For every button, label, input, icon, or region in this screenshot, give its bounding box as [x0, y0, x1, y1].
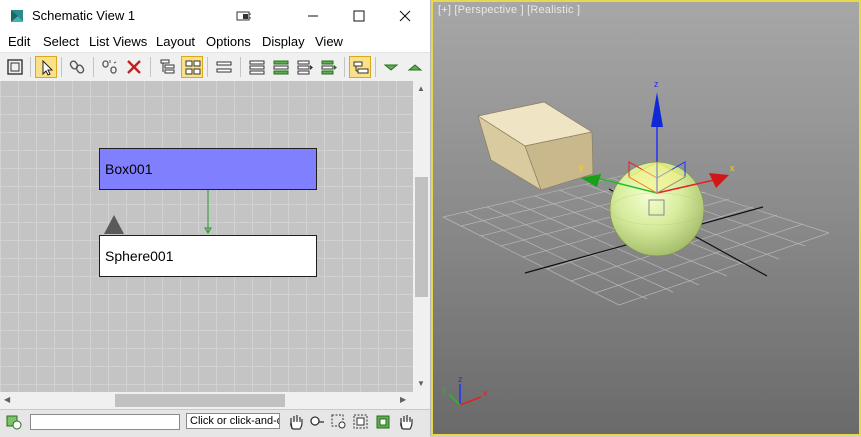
menu-options[interactable]: Options: [206, 34, 251, 49]
node-sphere001[interactable]: Sphere001: [99, 235, 317, 277]
zoom-extents-icon[interactable]: [352, 413, 370, 431]
triad-z-label: z: [458, 374, 463, 384]
free-selected-icon: [321, 60, 337, 75]
viewport-scene: z x y z x y: [442, 79, 830, 406]
toolbar-separator: [344, 57, 345, 77]
expand-selected-icon: [407, 64, 423, 71]
horizontal-scroll-thumb[interactable]: [115, 394, 285, 407]
toolbar-separator: [207, 57, 208, 77]
arrange-selected-icon: [273, 60, 289, 75]
close-icon: [399, 10, 411, 21]
maximize-icon: [353, 10, 365, 21]
select-button[interactable]: [35, 56, 57, 78]
pan-to-selected-icon[interactable]: [397, 413, 415, 431]
toolbar-separator: [150, 57, 151, 77]
triad-y-label: y: [442, 384, 447, 394]
restore-to-viewport-button[interactable]: [221, 0, 267, 31]
display-floater-button[interactable]: [4, 56, 26, 78]
zoom-extents-selected-icon[interactable]: [374, 413, 392, 431]
menu-list-views[interactable]: List Views: [89, 34, 147, 49]
select-tracking-icon[interactable]: [5, 413, 23, 431]
close-button[interactable]: [382, 0, 428, 31]
scroll-corner: [413, 392, 430, 409]
status-prompt: Click or click-and-drag to select object…: [186, 413, 280, 429]
toolbar-separator: [375, 57, 376, 77]
minimize-icon: [308, 15, 318, 16]
scroll-right-icon[interactable]: ▶: [400, 395, 406, 404]
vertical-scroll-thumb[interactable]: [415, 177, 428, 297]
arrange-children-icon: [249, 60, 265, 75]
menu-edit[interactable]: Edit: [8, 34, 30, 49]
menu-bar: Edit Select List Views Layout Options Di…: [0, 31, 430, 52]
gizmo-y-label: y: [579, 162, 584, 172]
triad-x-label: x: [483, 388, 488, 398]
select-icon: [42, 59, 54, 76]
arrange-selected-button[interactable]: [270, 56, 292, 78]
pan-icon[interactable]: [287, 413, 305, 431]
3dsmax-app-icon: [11, 10, 23, 22]
menu-display[interactable]: Display: [262, 34, 305, 49]
viewport-label-menu[interactable]: [+] [Perspective ] [Realistic ]: [438, 4, 580, 16]
root-triangle-icon: [104, 215, 124, 234]
schematic-toolbar: [0, 52, 430, 82]
gizmo-x-label: x: [730, 163, 735, 173]
free-all-button[interactable]: [294, 56, 316, 78]
schematic-view-window: Schematic View 1 Edit Select List Views …: [0, 0, 431, 437]
delete-objects-button[interactable]: [123, 56, 145, 78]
toolbar-separator: [93, 57, 94, 77]
menu-layout[interactable]: Layout: [156, 34, 195, 49]
axis-triad-icon: z x y: [442, 374, 488, 406]
schematic-canvas[interactable]: Box001 Sphere001: [0, 81, 413, 392]
menu-select[interactable]: Select: [43, 34, 79, 49]
horizontal-scrollbar[interactable]: ◀ ▶: [0, 392, 413, 409]
always-arrange-icon: [216, 61, 232, 73]
perspective-viewport[interactable]: z x y z x y [+] [Perspective ] [Realisti…: [431, 0, 861, 436]
references-mode-icon: [185, 60, 201, 75]
zoom-icon[interactable]: [308, 413, 326, 431]
name-search-field[interactable]: [30, 414, 180, 430]
connect-button[interactable]: [66, 56, 88, 78]
window-title: Schematic View 1: [32, 8, 136, 23]
always-arrange-button[interactable]: [213, 56, 235, 78]
maximize-button[interactable]: [336, 0, 382, 31]
viewport-icon: [236, 11, 251, 20]
references-mode-button[interactable]: [181, 56, 203, 78]
expand-selected-button[interactable]: [404, 56, 426, 78]
connect-icon: [69, 60, 85, 74]
unlink-selected-icon: [102, 60, 117, 74]
scroll-down-icon[interactable]: ▼: [417, 379, 425, 388]
node-label: Sphere001: [105, 248, 174, 264]
scroll-left-icon[interactable]: ◀: [4, 395, 10, 404]
gizmo-z-label: z: [654, 79, 659, 89]
status-bar: Click or click-and-drag to select object…: [0, 409, 430, 437]
hierarchy-mode-icon: [160, 59, 175, 74]
hierarchy-mode-button[interactable]: [157, 56, 179, 78]
toolbar-separator: [61, 57, 62, 77]
free-selected-button[interactable]: [318, 56, 340, 78]
toolbar-separator: [240, 57, 241, 77]
toggle-hierarchy-icon: [353, 61, 369, 74]
menu-view[interactable]: View: [315, 34, 343, 49]
scroll-up-icon[interactable]: ▲: [417, 84, 425, 93]
shrink-selected-icon: [383, 64, 399, 71]
shrink-selected-button[interactable]: [380, 56, 402, 78]
minimize-button[interactable]: [290, 0, 336, 31]
toggle-hierarchy-button[interactable]: [349, 56, 371, 78]
zoom-region-icon[interactable]: [330, 413, 348, 431]
toolbar-separator: [30, 57, 31, 77]
vertical-scrollbar[interactable]: ▲ ▼: [413, 81, 430, 392]
display-floater-icon: [7, 59, 23, 75]
arrange-children-button[interactable]: [246, 56, 268, 78]
delete-objects-icon: [127, 60, 141, 74]
title-bar[interactable]: Schematic View 1: [0, 0, 430, 31]
box001-object: [477, 101, 594, 191]
unlink-selected-button[interactable]: [99, 56, 121, 78]
free-all-icon: [297, 60, 313, 75]
